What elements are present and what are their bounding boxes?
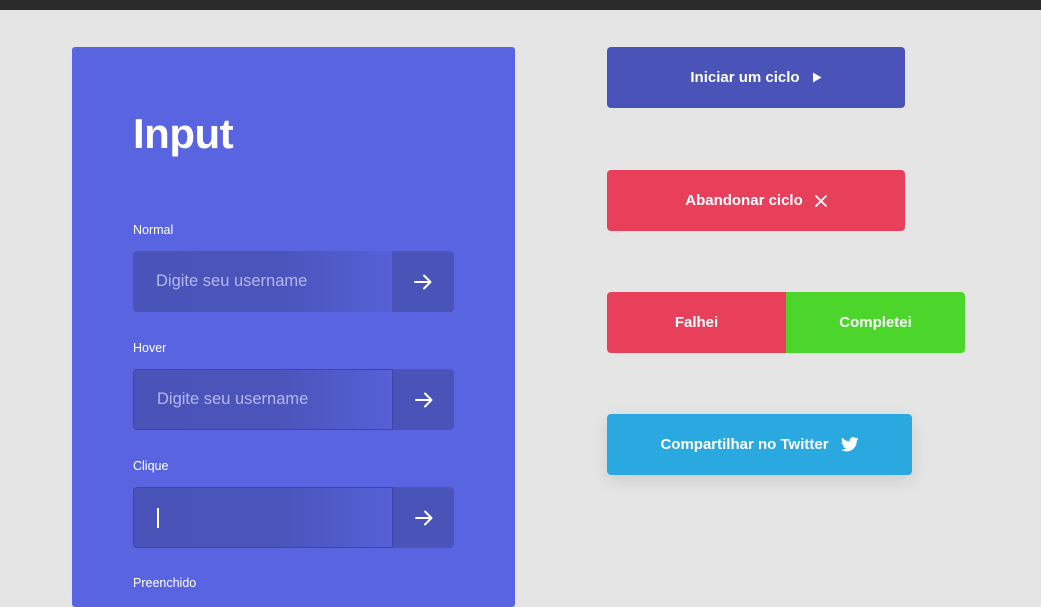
panel-title: Input [133, 110, 234, 157]
submit-button-hover[interactable] [392, 369, 454, 430]
failed-button[interactable]: Falhei [607, 292, 786, 353]
label-click: Clique [133, 459, 169, 473]
twitter-icon [840, 437, 859, 452]
arrow-right-icon [414, 392, 432, 407]
abandon-cycle-button[interactable]: Abandonar ciclo [607, 170, 905, 231]
submit-button-click[interactable] [392, 487, 454, 548]
play-icon [812, 72, 822, 83]
input-group-hover: Digite seu username [133, 369, 454, 430]
failed-label: Falhei [674, 314, 719, 331]
close-icon [814, 194, 827, 207]
top-bar [0, 0, 1041, 10]
text-caret [157, 507, 159, 528]
username-input-focused[interactable] [133, 487, 392, 548]
input-panel: Input Normal Digite seu username Hover D… [72, 47, 515, 607]
label-hover: Hover [133, 341, 167, 355]
submit-button-normal[interactable] [392, 251, 454, 312]
share-twitter-label: Compartilhar no Twitter [660, 436, 829, 453]
completed-button[interactable]: Completei [786, 292, 965, 353]
arrow-right-icon [414, 274, 432, 289]
share-twitter-button[interactable]: Compartilhar no Twitter [607, 414, 912, 475]
start-cycle-button[interactable]: Iniciar um ciclo [607, 47, 905, 108]
completed-label: Completei [839, 314, 912, 331]
arrow-right-icon [414, 510, 432, 525]
input-group-normal: Digite seu username [133, 251, 454, 312]
abandon-cycle-label: Abandonar ciclo [685, 192, 803, 209]
start-cycle-label: Iniciar um ciclo [690, 69, 800, 86]
label-normal: Normal [133, 223, 174, 237]
username-input-hover[interactable]: Digite seu username [133, 369, 392, 430]
input-group-click [133, 487, 454, 548]
username-input-normal[interactable]: Digite seu username [133, 251, 392, 312]
